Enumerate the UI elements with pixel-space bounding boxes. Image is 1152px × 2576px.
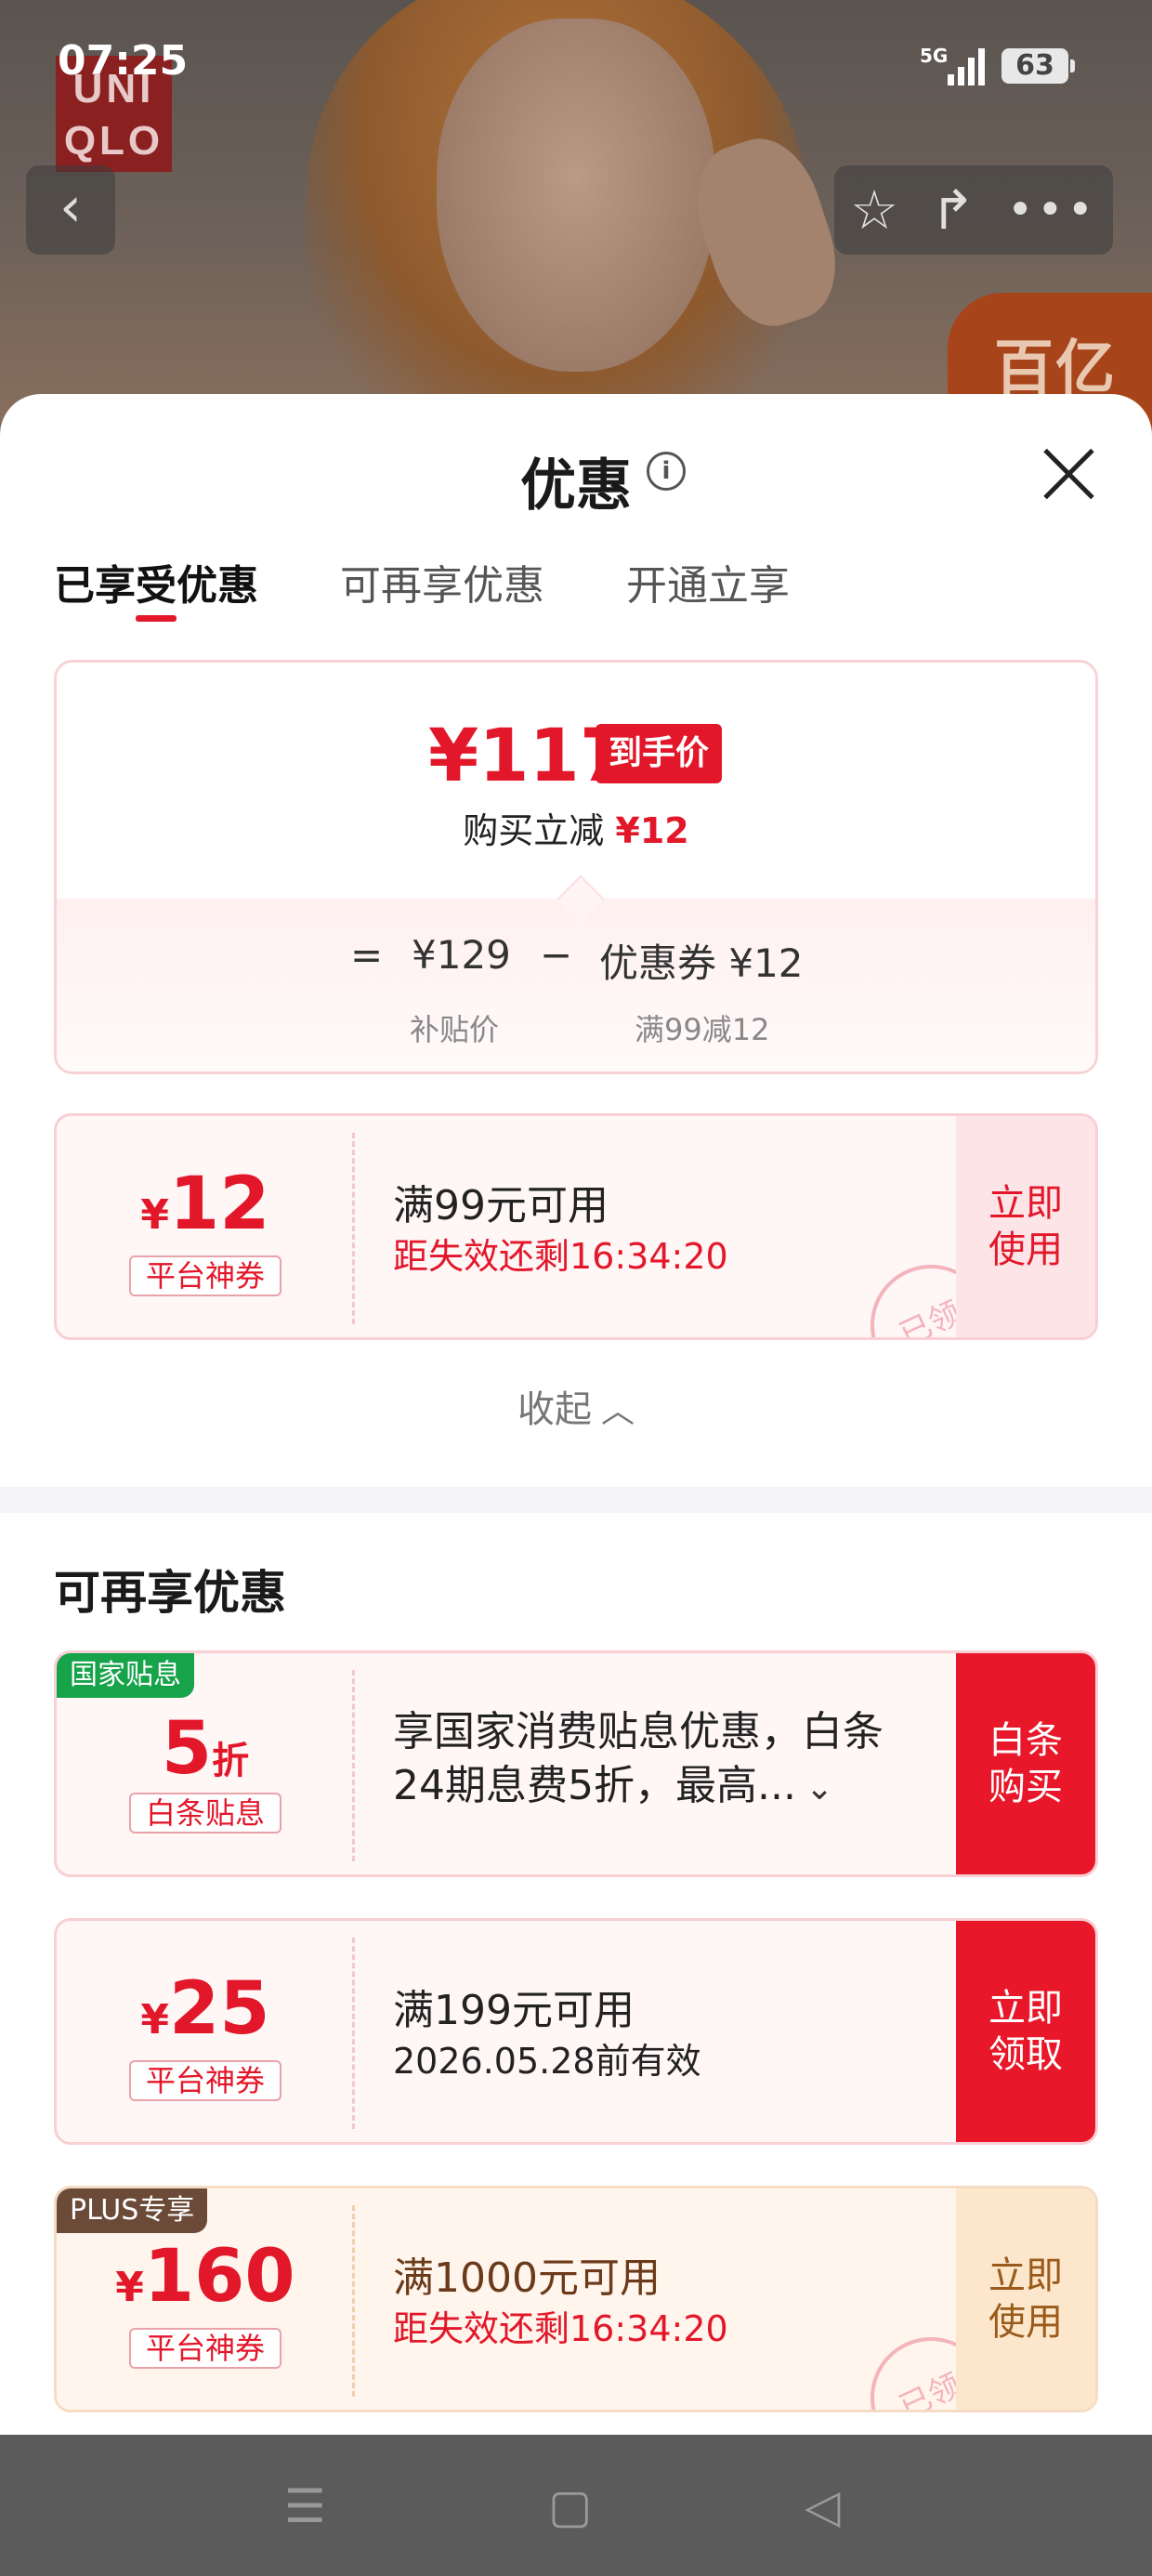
- close-icon[interactable]: [1041, 444, 1098, 502]
- clock: 07:25: [58, 37, 189, 85]
- coupon-expiry: 距失效还剩16:34:20: [393, 2308, 728, 2349]
- plus-badge: PLUS专享: [57, 2188, 208, 2233]
- section-separator: [0, 1487, 1152, 1513]
- equals-sign: =: [350, 932, 384, 978]
- coupon-type-label: 平台神券: [129, 2060, 281, 2101]
- offer-plus-coupon: PLUS专享 ¥160 平台神券 满1000元可用 距失效还剩16:34:20 …: [54, 2186, 1098, 2412]
- tab-activate[interactable]: 开通立享: [626, 552, 790, 611]
- home-icon[interactable]: ▢: [548, 2479, 592, 2533]
- coupon-amount: ¥25: [140, 1967, 270, 2051]
- coupon-amount: ¥160: [115, 2235, 295, 2319]
- coupon-title: 满1000元可用: [393, 2254, 661, 2302]
- coupon-type-label: 平台神券: [129, 2328, 281, 2369]
- tab-more-offers[interactable]: 可再享优惠: [340, 552, 544, 611]
- applied-coupon: ¥12 平台神券 满99元可用 距失效还剩16:34:20 已领 立即使用: [54, 1113, 1098, 1340]
- sheet-title: 优惠: [520, 453, 632, 519]
- system-nav-bar: ☰ ▢ ◁: [0, 2435, 1152, 2576]
- installment-buy-button[interactable]: 白条购买: [956, 1653, 1095, 1874]
- offer-coupon-25: ¥25 平台神券 满199元可用 2026.05.28前有效 立即领取: [54, 1918, 1098, 2145]
- share-icon[interactable]: ↱: [930, 178, 975, 242]
- instant-cut-value: ¥12: [615, 810, 689, 851]
- more-icon[interactable]: •••: [1007, 184, 1097, 236]
- signal-icon: [948, 46, 987, 85]
- tab-underline: [136, 615, 177, 622]
- offer-discount: 5折: [161, 1707, 250, 1791]
- coupon-amount: ¥12: [140, 1163, 270, 1246]
- offer-description[interactable]: 享国家消费贴息优惠，白条24期息费5折，最高... ⌄: [393, 1705, 913, 1816]
- use-plus-coupon-button[interactable]: 立即使用: [956, 2188, 1095, 2410]
- coupon-deduction: 优惠券 ¥12: [599, 940, 804, 986]
- price-summary-card: ¥117 到手价 购买立减 ¥12 = ¥129 − 优惠券 ¥12 补贴价 满…: [54, 660, 1098, 1074]
- final-price-tag: 到手价: [596, 724, 723, 783]
- use-coupon-button[interactable]: 立即使用: [956, 1116, 1095, 1337]
- claim-coupon-button[interactable]: 立即领取: [956, 1921, 1095, 2142]
- instant-cut-label: 购买立减: [463, 810, 605, 851]
- offer-installment: 国家贴息 5折 白条贴息 享国家消费贴息优惠，白条24期息费5折，最高... ⌄ …: [54, 1650, 1098, 1877]
- instant-cut: 购买立减 ¥12: [57, 802, 1095, 853]
- coupon-title: 满99元可用: [393, 1182, 609, 1229]
- chevron-left-icon: ‹: [59, 175, 82, 240]
- coupon-type-label: 平台神券: [129, 1255, 281, 1296]
- menu-icon[interactable]: ☰: [284, 2479, 326, 2533]
- nav-actions: ☆ ↱ •••: [834, 165, 1113, 255]
- offer-type-label: 白条贴息: [129, 1793, 281, 1833]
- info-icon[interactable]: i: [647, 452, 686, 491]
- back-button[interactable]: ‹: [26, 165, 115, 255]
- minus-sign: −: [540, 932, 573, 978]
- status-bar: 07:25 5G 63: [0, 37, 1152, 102]
- base-price-sub: 补贴价: [410, 1012, 500, 1047]
- tab-enjoyed[interactable]: 已享受优惠: [54, 552, 258, 611]
- network-type: 5G: [920, 45, 949, 67]
- battery-icon: 63: [1001, 48, 1075, 84]
- offers-sheet: 优惠 i 已享受优惠 可再享优惠 开通立享 ¥117 到手价 购买立减 ¥12 …: [0, 394, 1152, 2435]
- coupon-expiry: 距失效还剩16:34:20: [393, 1236, 728, 1277]
- base-price: ¥129: [412, 932, 511, 978]
- coupon-validity: 2026.05.28前有效: [393, 2041, 701, 2082]
- more-offers-title: 可再享优惠: [54, 1566, 286, 1620]
- chevron-down-icon: ⌄: [805, 1769, 834, 1807]
- coupon-title: 满199元可用: [393, 1987, 635, 2034]
- corner-badge: 国家贴息: [57, 1653, 194, 1698]
- back-triangle-icon[interactable]: ◁: [805, 2479, 840, 2533]
- collapse-button[interactable]: 收起 ︿: [0, 1379, 1152, 1433]
- chevron-up-icon: ︿: [600, 1392, 635, 1430]
- star-icon[interactable]: ☆: [850, 178, 898, 242]
- coupon-sub: 满99减12: [635, 1012, 770, 1047]
